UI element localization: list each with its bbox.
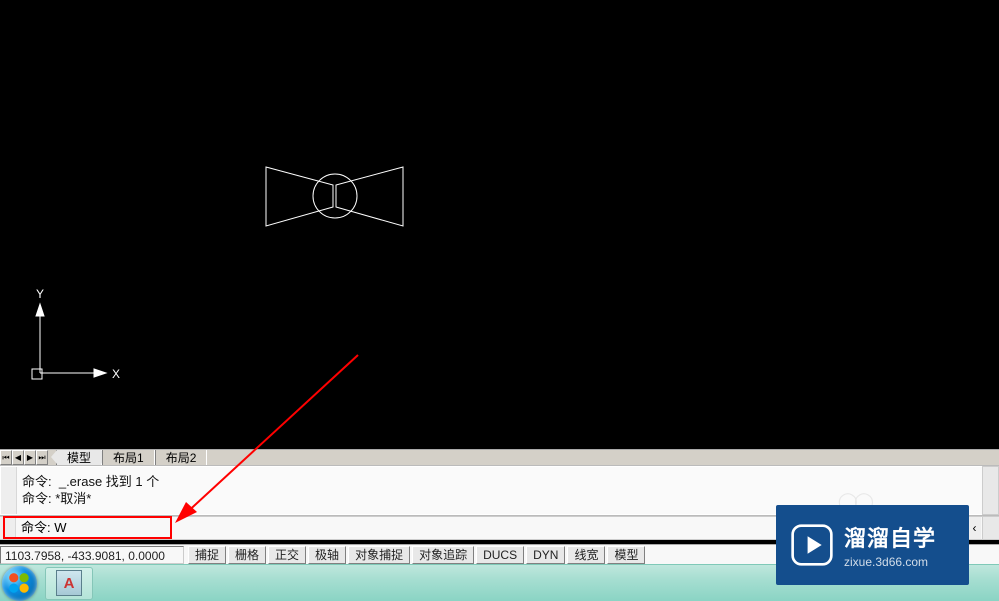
tabs-prev-icon[interactable]: ◀ [12, 450, 24, 465]
coordinates-readout: 1103.7958, -433.9081, 0.0000 [0, 546, 184, 564]
play-icon [790, 523, 834, 567]
status-modelspace[interactable]: 模型 [607, 546, 645, 564]
command-scrollbar-v[interactable] [982, 466, 999, 515]
drawing-object: Y X [0, 0, 999, 449]
watermark-badge: 溜溜自学 zixue.3d66.com [776, 505, 969, 585]
start-button[interactable] [2, 566, 37, 601]
status-otrack[interactable]: 对象追踪 [412, 546, 474, 564]
axis-x-label: X [112, 367, 120, 381]
status-ducs[interactable]: DUCS [476, 546, 524, 564]
tab-layout2[interactable]: 布局2 [155, 450, 208, 465]
layout-tabs-bar: ⏮ ◀ ▶ ⏭ 模型 布局1 布局2 [0, 449, 999, 465]
taskbar-app-autocad[interactable]: A [45, 567, 93, 600]
status-grid[interactable]: 栅格 [228, 546, 266, 564]
command-expand-icon[interactable]: ‹ [967, 517, 981, 539]
status-osnap[interactable]: 对象捕捉 [348, 546, 410, 564]
watermark-title: 溜溜自学 [844, 521, 936, 553]
command-gutter-input [0, 517, 16, 539]
status-polar[interactable]: 极轴 [308, 546, 346, 564]
status-lineweight[interactable]: 线宽 [567, 546, 605, 564]
watermark-subtitle: zixue.3d66.com [844, 555, 936, 569]
tab-layout1[interactable]: 布局1 [102, 450, 155, 465]
autocad-icon: A [56, 570, 82, 596]
drawing-area[interactable]: Y X [0, 0, 999, 449]
command-scrollbar-h[interactable] [982, 517, 999, 539]
status-dyn[interactable]: DYN [526, 546, 565, 564]
tabs-next-icon[interactable]: ▶ [24, 450, 36, 465]
axis-y-label: Y [36, 287, 44, 301]
status-ortho[interactable]: 正交 [268, 546, 306, 564]
tabs-last-icon[interactable]: ⏭ [36, 450, 48, 465]
status-snap[interactable]: 捕捉 [188, 546, 226, 564]
tab-model[interactable]: 模型 [56, 450, 102, 465]
history-line-1: 命令: _.erase 找到 1 个 [1, 473, 982, 490]
tabs-first-icon[interactable]: ⏮ [0, 450, 12, 465]
